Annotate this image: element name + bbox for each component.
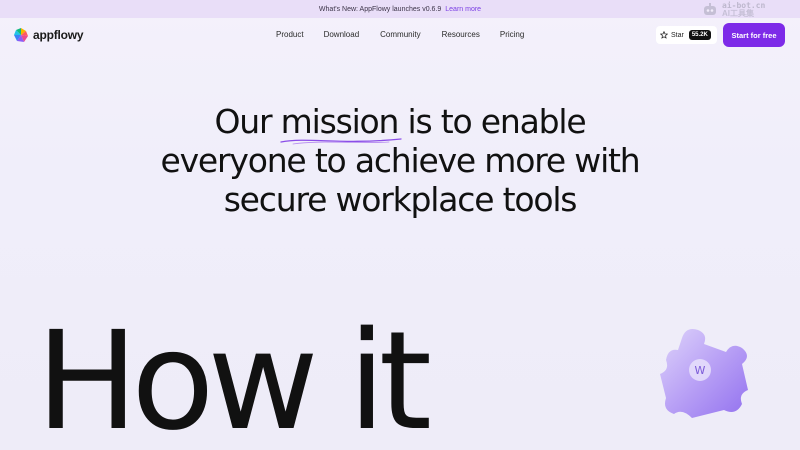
- appflowy-logo-icon: [14, 28, 28, 42]
- mission-highlight: mission: [280, 102, 402, 145]
- nav-product[interactable]: Product: [276, 30, 304, 39]
- watermark-robot-icon: [704, 3, 716, 15]
- announcement-bar: What's New: AppFlowy launches v0.6.9 Lea…: [0, 0, 800, 18]
- github-star-button[interactable]: Star 55.2K: [656, 26, 717, 44]
- hero-line-1-prefix: Our: [214, 102, 281, 141]
- puzzle-letter: W: [695, 364, 706, 377]
- nav-pricing[interactable]: Pricing: [500, 30, 524, 39]
- logo[interactable]: appflowy: [13, 27, 84, 43]
- hero-line-1-suffix: is to enable: [398, 102, 587, 141]
- nav-download[interactable]: Download: [324, 30, 360, 39]
- announcement-text: What's New: AppFlowy launches v0.6.9: [318, 5, 442, 13]
- watermark-label: AI工具集: [722, 9, 754, 18]
- watermark: ai-bot.cn AI工具集: [702, 1, 792, 19]
- hero-line-3: secure workplace tools: [223, 180, 578, 219]
- hero-heading: Our mission is to enable everyone to ach…: [0, 102, 800, 219]
- learn-more-link[interactable]: Learn more: [445, 6, 481, 13]
- hero-line-1: Our mission is to enable: [0, 102, 800, 145]
- star-icon: [660, 31, 668, 39]
- squiggle-underline-icon: [280, 138, 402, 145]
- hero-line-2: everyone to achieve more with: [160, 141, 640, 180]
- puzzle-piece-icon: W: [660, 329, 748, 418]
- start-for-free-button[interactable]: Start for free: [723, 23, 785, 47]
- nav-community[interactable]: Community: [380, 30, 420, 39]
- nav-links: Product Download Community Resources Pri…: [276, 30, 524, 39]
- star-label: Star: [671, 31, 684, 39]
- nav-resources[interactable]: Resources: [442, 30, 480, 39]
- how-it-heading: How it: [36, 303, 432, 450]
- star-count-badge: 55.2K: [688, 30, 711, 40]
- navbar: appflowy Product Download Community Reso…: [0, 20, 800, 50]
- brand-name: appflowy: [33, 28, 84, 42]
